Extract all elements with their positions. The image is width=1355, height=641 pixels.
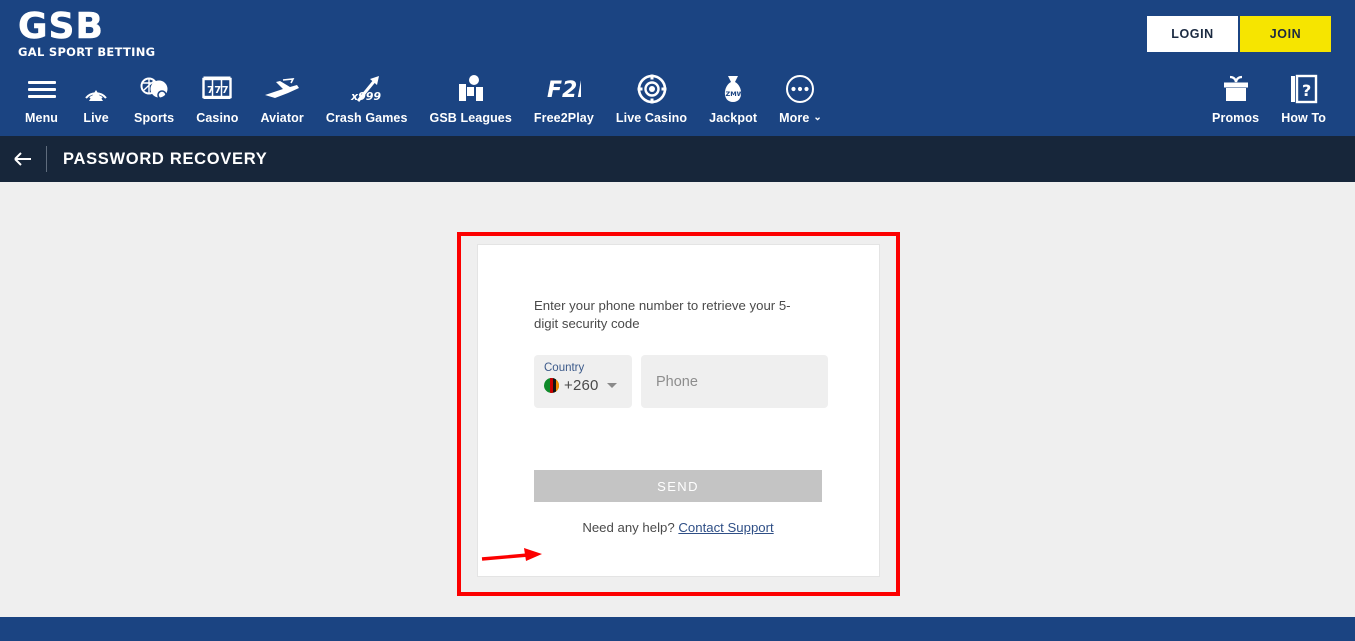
nav-label-jackpot: Jackpot — [709, 111, 758, 125]
svg-text:7: 7 — [215, 85, 222, 96]
casino-chip-icon — [637, 72, 667, 106]
header-top-row: GSB GAL SPORT BETTING LOGIN JOIN — [0, 0, 1355, 68]
country-code-select[interactable]: Country +260 — [534, 355, 632, 408]
ellipsis-circle-icon — [785, 72, 815, 106]
nav-label-live: Live — [83, 111, 109, 125]
help-row: Need any help? Contact Support — [534, 520, 822, 535]
nav-item-jackpot[interactable]: ZMW Jackpot — [698, 72, 768, 125]
auth-buttons: LOGIN JOIN — [1147, 16, 1331, 52]
nav-main-group: Menu Live Sports 7 7 7 Casino Aviator x9… — [14, 72, 833, 125]
brand-logo[interactable]: GSB GAL SPORT BETTING — [18, 5, 156, 59]
chevron-down-icon: ⌄ — [813, 112, 822, 123]
nav-item-menu[interactable]: Menu — [14, 72, 69, 125]
sports-balls-icon — [138, 72, 170, 106]
back-arrow-icon[interactable] — [8, 144, 38, 174]
f2p-icon: F2P — [547, 72, 581, 106]
page-title: PASSWORD RECOVERY — [63, 149, 268, 168]
chevron-down-icon — [606, 383, 617, 388]
nav-item-casino[interactable]: 7 7 7 Casino — [185, 72, 249, 125]
airplane-icon — [263, 72, 301, 106]
nav-label-more: More ⌄ — [779, 111, 822, 125]
logo-wordmark: GSB — [18, 5, 104, 47]
svg-text:x999: x999 — [350, 90, 381, 103]
phone-input[interactable] — [641, 355, 828, 408]
nav-label-aviator: Aviator — [260, 111, 304, 125]
nav-label-menu: Menu — [25, 111, 59, 125]
zambia-flag-icon — [544, 378, 559, 393]
nav-item-crash-games[interactable]: x999 Crash Games — [315, 72, 419, 125]
nav-label-free2play: Free2Play — [533, 111, 594, 125]
nav-label-crash-games: Crash Games — [325, 111, 408, 125]
site-footer — [0, 617, 1355, 641]
primary-navigation: Menu Live Sports 7 7 7 Casino Aviator x9… — [0, 68, 1355, 136]
nav-label-how-to: How To — [1281, 111, 1326, 125]
send-button[interactable]: SEND — [534, 470, 822, 502]
svg-text:F2P: F2P — [547, 78, 581, 102]
login-button[interactable]: LOGIN — [1147, 16, 1238, 52]
nav-item-live[interactable]: Live — [69, 72, 123, 125]
content-area: Enter your phone number to retrieve your… — [0, 182, 1355, 617]
money-bag-zmw-icon: ZMW — [719, 72, 747, 106]
join-button[interactable]: JOIN — [1240, 16, 1331, 52]
title-divider — [46, 146, 47, 172]
nav-item-aviator[interactable]: Aviator — [250, 72, 315, 125]
help-text: Need any help? — [582, 520, 679, 535]
svg-text:7: 7 — [222, 85, 229, 96]
nav-item-how-to[interactable]: ? How To — [1270, 72, 1337, 125]
x999-rocket-arrow-icon: x999 — [350, 72, 384, 106]
nav-item-sports[interactable]: Sports — [123, 72, 185, 125]
logo-tagline: GAL SPORT BETTING — [18, 44, 156, 59]
country-field-label: Country — [544, 362, 585, 374]
country-dial-code: +260 — [564, 377, 599, 394]
password-recovery-card: Enter your phone number to retrieve your… — [477, 244, 880, 577]
nav-label-casino: Casino — [196, 111, 239, 125]
contact-support-link[interactable]: Contact Support — [678, 520, 773, 535]
nav-item-gsb-leagues[interactable]: GSB Leagues — [419, 72, 523, 125]
hamburger-menu-icon — [27, 72, 56, 106]
nav-label-more-text: More — [779, 111, 810, 125]
nav-right-group: Promos ? How To — [1201, 72, 1337, 125]
nav-item-live-casino[interactable]: Live Casino — [605, 72, 698, 125]
nav-item-free2play[interactable]: F2P Free2Play — [523, 72, 605, 125]
svg-text:ZMW: ZMW — [726, 90, 744, 98]
nav-item-promos[interactable]: Promos — [1201, 72, 1270, 125]
gift-box-icon — [1221, 72, 1251, 106]
country-value-row: +260 — [544, 377, 632, 394]
site-header: GSB GAL SPORT BETTING LOGIN JOIN Menu Li… — [0, 0, 1355, 136]
live-broadcast-icon — [80, 72, 112, 106]
phone-entry-row: Country +260 — [534, 355, 879, 408]
nav-label-promos: Promos — [1212, 111, 1260, 125]
slot-machine-777-icon: 7 7 7 — [202, 72, 233, 106]
nav-label-sports: Sports — [134, 111, 175, 125]
page-title-bar: PASSWORD RECOVERY — [0, 136, 1355, 182]
card-inner: Enter your phone number to retrieve your… — [478, 245, 879, 535]
nav-label-live-casino: Live Casino — [615, 111, 688, 125]
instruction-text: Enter your phone number to retrieve your… — [534, 298, 791, 331]
nav-label-gsb-leagues: GSB Leagues — [429, 111, 512, 125]
question-book-icon: ? — [1290, 72, 1318, 106]
nav-item-more[interactable]: More ⌄ — [768, 72, 833, 125]
svg-text:?: ? — [1302, 81, 1311, 100]
football-player-icon — [455, 72, 487, 106]
